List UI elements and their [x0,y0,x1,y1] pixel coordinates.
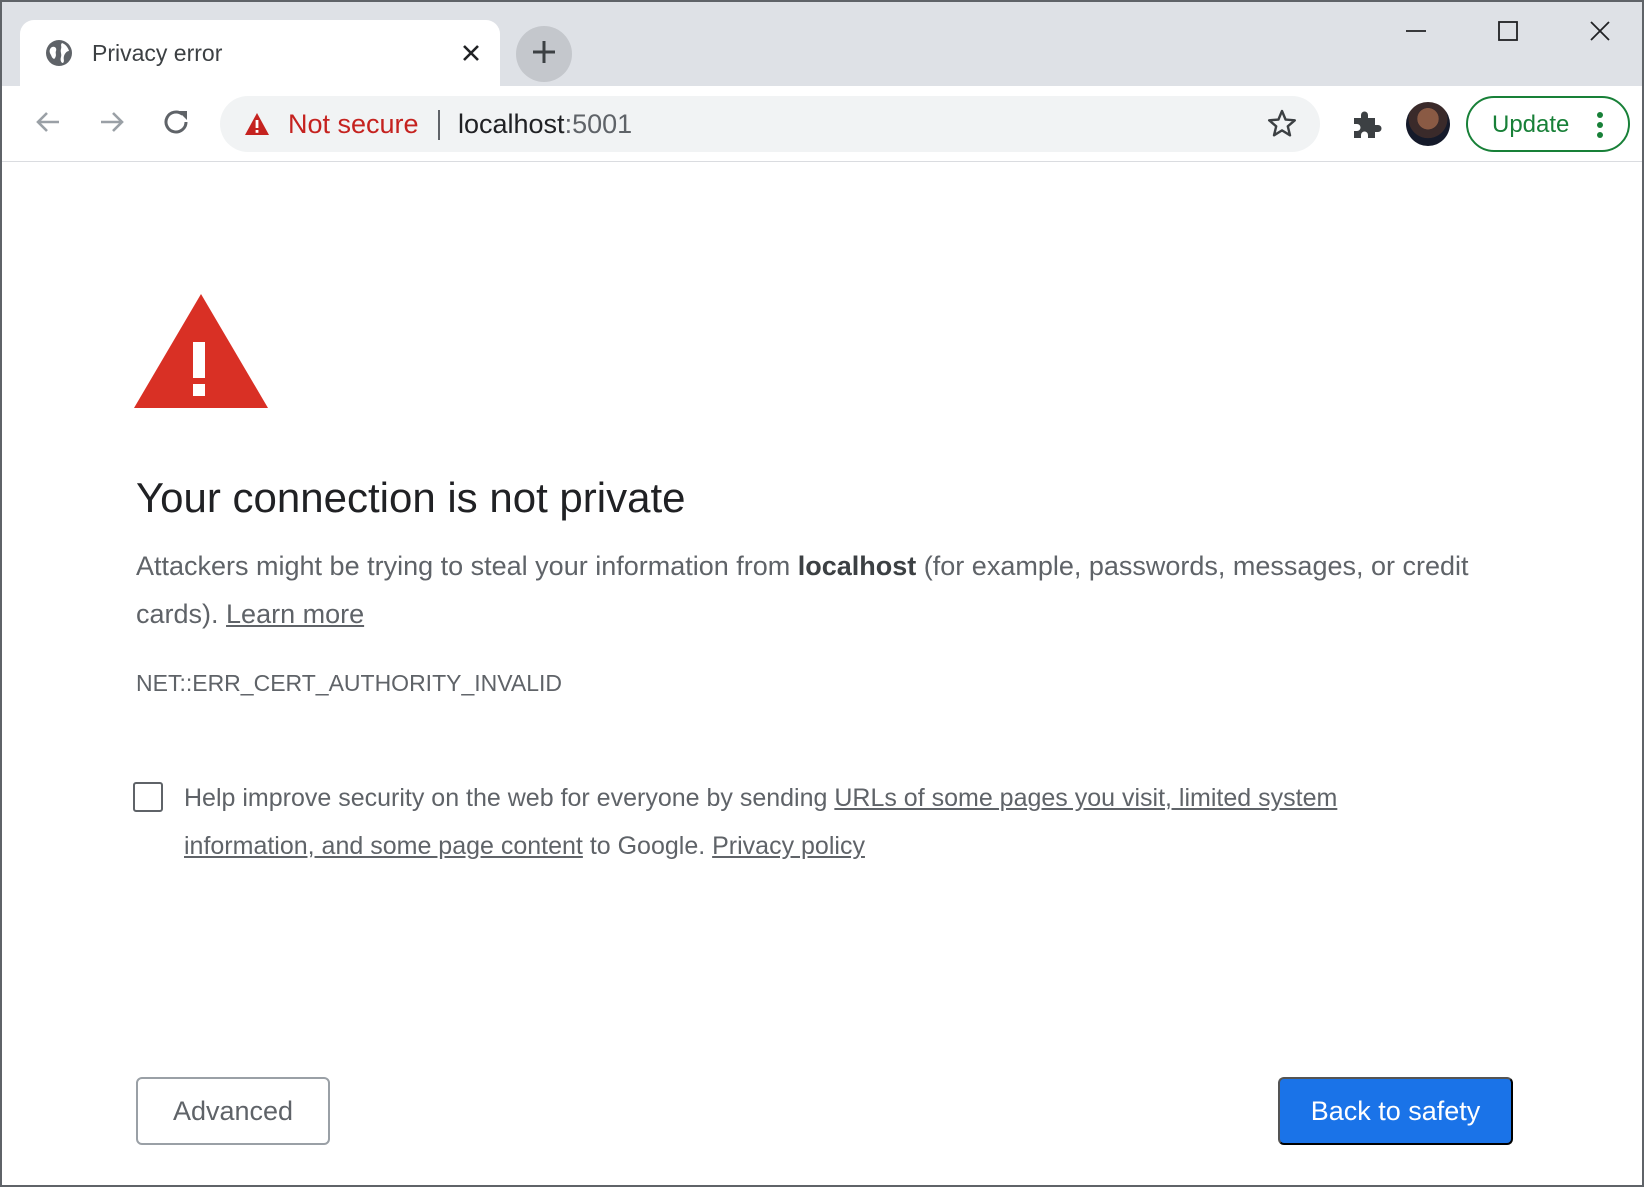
browser-toolbar: Not secure localhost:5001 Update [2,86,1642,162]
description-text: Attackers might be trying to steal your … [136,551,798,581]
warning-triangle-icon [134,294,268,408]
page-description: Attackers might be trying to steal your … [136,542,1476,638]
learn-more-link[interactable]: Learn more [226,599,364,629]
security-status-label[interactable]: Not secure [288,108,419,140]
close-icon[interactable] [454,36,488,70]
url-host: localhost [458,109,565,139]
tab-strip: Privacy error [2,2,1642,88]
optin-text-start: Help improve security on the web for eve… [184,784,835,812]
page-heading: Your connection is not private [136,474,686,521]
maximize-button[interactable] [1484,12,1532,54]
update-button[interactable]: Update [1466,96,1630,152]
error-code[interactable]: NET::ERR_CERT_AUTHORITY_INVALID [136,668,562,698]
maximize-icon [1497,20,1519,47]
globe-icon [44,38,74,68]
reload-icon [161,107,191,142]
puzzle-icon[interactable] [1348,106,1384,142]
plus-icon [531,39,557,70]
minimize-button[interactable] [1392,12,1440,54]
close-icon [1589,20,1611,47]
back-to-safety-button[interactable]: Back to safety [1278,1077,1513,1145]
optin-text: Help improve security on the web for eve… [184,774,1414,870]
arrow-right-icon [98,108,126,141]
reload-button[interactable] [152,100,200,148]
omnibox-divider [438,110,440,140]
update-label: Update [1492,111,1570,138]
interstitial-page: Your connection is not private Attackers… [2,162,1642,1185]
advanced-button[interactable]: Advanced [136,1077,330,1145]
privacy-policy-link[interactable]: Privacy policy [712,832,865,860]
new-tab-button[interactable] [516,26,572,82]
tab-privacy-error[interactable]: Privacy error [20,20,500,88]
three-dots-icon[interactable] [1594,110,1606,140]
window-close-button[interactable] [1576,12,1624,54]
back-button[interactable] [24,100,72,148]
minimize-icon [1405,20,1427,47]
optin-text-middle: to Google. [582,832,713,860]
optin-checkbox[interactable] [133,782,163,812]
star-icon[interactable] [1266,108,1298,140]
url-text[interactable]: localhost:5001 [458,108,632,140]
address-bar[interactable]: Not secure localhost:5001 [220,96,1320,152]
url-port: :5001 [564,109,633,139]
tab-title: Privacy error [92,40,223,66]
forward-button[interactable] [88,100,136,148]
profile-avatar[interactable] [1406,102,1450,146]
arrow-left-icon [34,108,62,141]
warning-triangle-icon[interactable] [244,112,270,136]
description-host: localhost [797,551,917,581]
browser-window: Privacy error Not secure localhost:5001 … [0,0,1644,1187]
